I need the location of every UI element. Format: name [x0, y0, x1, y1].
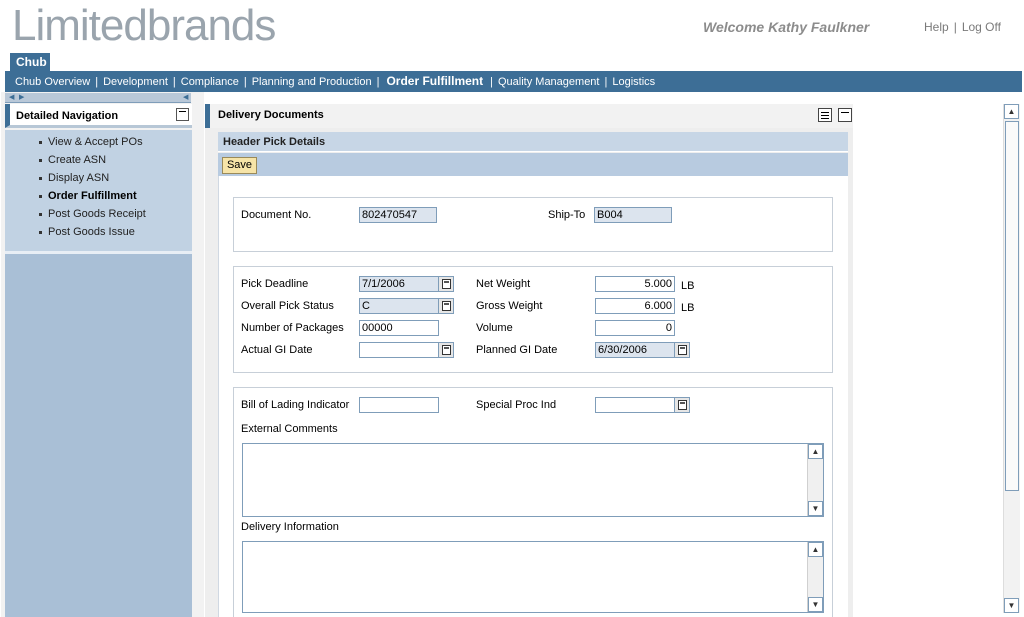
scroll-down-icon[interactable]: ▼ — [808, 501, 823, 516]
calendar-icon[interactable] — [674, 342, 690, 358]
separator: | — [95, 76, 99, 88]
nav-item-post-goods-issue[interactable]: Post Goods Issue — [48, 226, 135, 238]
logoff-link[interactable]: Log Off — [962, 20, 1001, 34]
separator: | — [243, 76, 247, 88]
external-comments-textarea[interactable]: ▲ ▼ — [242, 443, 824, 517]
pick-deadline-field[interactable]: 7/1/2006 — [359, 276, 439, 292]
header-links: Help | Log Off — [924, 20, 1001, 34]
separator: | — [604, 76, 608, 88]
scroll-up-icon[interactable]: ▲ — [1004, 104, 1019, 119]
textarea-scrollbar[interactable]: ▲ ▼ — [807, 444, 823, 516]
nav-item-view-accept-pos[interactable]: View & Accept POs — [48, 136, 143, 148]
page-title: Delivery Documents — [218, 109, 324, 121]
scrollbar-thumb[interactable] — [1005, 121, 1019, 491]
scroll-up-icon[interactable]: ▲ — [808, 444, 823, 459]
company-logo: Limitedbrands — [12, 1, 277, 50]
actual-gi-date-label: Actual GI Date — [241, 344, 313, 356]
volume-label: Volume — [476, 322, 513, 334]
tab-planning-and-production[interactable]: Planning and Production — [252, 76, 372, 88]
net-weight-field[interactable]: 5.000 — [595, 276, 675, 292]
calendar-icon[interactable] — [438, 342, 454, 358]
textarea-scrollbar[interactable]: ▲ ▼ — [807, 542, 823, 612]
volume-field[interactable]: 0 — [595, 320, 675, 336]
bullet — [39, 141, 42, 144]
nav-item-post-goods-receipt[interactable]: Post Goods Receipt — [48, 208, 146, 220]
document-no-label: Document No. — [241, 209, 312, 221]
scroll-up-icon[interactable]: ▲ — [808, 542, 823, 557]
tab-development[interactable]: Development — [103, 76, 168, 88]
calendar-icon[interactable] — [438, 276, 454, 292]
gross-weight-label: Gross Weight — [476, 300, 543, 312]
tab-chub-overview[interactable]: Chub Overview — [15, 76, 90, 88]
minimize-icon[interactable] — [838, 108, 852, 122]
document-no-field[interactable]: 802470547 — [359, 207, 437, 223]
net-weight-label: Net Weight — [476, 278, 531, 290]
chub-tab[interactable]: Chub — [10, 53, 50, 71]
delivery-information-textarea[interactable]: ▲ ▼ — [242, 541, 824, 613]
tab-order-fulfillment[interactable]: Order Fulfillment — [386, 74, 483, 88]
nav-forward-icon[interactable]: ▶ — [19, 94, 27, 102]
value-help-icon[interactable] — [674, 397, 690, 413]
value-help-icon[interactable] — [438, 298, 454, 314]
overall-pick-status-label: Overall Pick Status — [241, 300, 334, 312]
overall-pick-status-field[interactable]: C — [359, 298, 439, 314]
tab-logistics[interactable]: Logistics — [612, 76, 655, 88]
detailed-navigation-panel: View & Accept POs Create ASN Display ASN… — [5, 130, 192, 254]
external-comments-label: External Comments — [241, 423, 338, 435]
actual-gi-date-field[interactable] — [359, 342, 439, 358]
save-button[interactable]: Save — [222, 157, 257, 174]
planned-gi-date-field[interactable]: 6/30/2006 — [595, 342, 675, 358]
personalize-icon[interactable] — [818, 108, 832, 122]
section-title: Header Pick Details — [223, 136, 326, 148]
planned-gi-date-label: Planned GI Date — [476, 344, 558, 356]
separator: | — [953, 20, 957, 34]
document-group — [233, 197, 833, 252]
num-packages-label: Number of Packages — [241, 322, 344, 334]
gross-weight-field[interactable]: 6.000 — [595, 298, 675, 314]
detailed-navigation-title: Detailed Navigation — [16, 110, 119, 122]
nav-item-create-asn[interactable]: Create ASN — [48, 154, 106, 166]
delivery-information-label: Delivery Information — [241, 521, 339, 533]
pick-details-group — [233, 266, 833, 373]
bullet — [39, 195, 42, 198]
separator: | — [376, 76, 380, 88]
special-proc-ind-label: Special Proc Ind — [476, 399, 557, 411]
form-toolbar — [218, 153, 848, 176]
bullet — [39, 231, 42, 234]
gross-weight-unit: LB — [681, 302, 695, 314]
separator: | — [172, 76, 176, 88]
scroll-down-icon[interactable]: ▼ — [1004, 598, 1019, 613]
pick-deadline-label: Pick Deadline — [241, 278, 309, 290]
nav-item-display-asn[interactable]: Display ASN — [48, 172, 109, 184]
scroll-down-icon[interactable]: ▼ — [808, 597, 823, 612]
separator: | — [490, 76, 493, 88]
tab-quality-management[interactable]: Quality Management — [498, 76, 600, 88]
bullet — [39, 213, 42, 216]
ship-to-field[interactable]: B004 — [594, 207, 672, 223]
bill-of-lading-label: Bill of Lading Indicator — [241, 399, 350, 411]
special-proc-ind-field[interactable] — [595, 397, 675, 413]
tab-compliance[interactable]: Compliance — [181, 76, 239, 88]
num-packages-field[interactable]: 00000 — [359, 320, 439, 336]
minimize-nav-icon[interactable] — [176, 108, 189, 121]
net-weight-unit: LB — [681, 280, 695, 292]
help-link[interactable]: Help — [924, 20, 949, 34]
bill-of-lading-field[interactable] — [359, 397, 439, 413]
top-navigation: Chub Overview | Development | Compliance | Pla… — [5, 71, 1022, 92]
nav-item-order-fulfillment[interactable]: Order Fulfillment — [48, 190, 137, 202]
page-scrollbar[interactable]: ▲ ▼ — [1003, 104, 1020, 613]
welcome-message: Welcome Kathy Faulkner — [703, 19, 870, 35]
bullet — [39, 177, 42, 180]
nav-collapse-icon[interactable]: ◀ — [183, 94, 191, 102]
ship-to-label: Ship-To — [548, 209, 586, 221]
logo-text-brands: brands — [146, 1, 277, 50]
bullet — [39, 159, 42, 162]
nav-collapse-strip: ◀ ▶ ◀ — [5, 93, 191, 103]
logo-text-limited: Limited — [12, 1, 148, 50]
left-panel-fill — [5, 254, 192, 617]
nav-back-icon[interactable]: ◀ — [9, 94, 17, 102]
